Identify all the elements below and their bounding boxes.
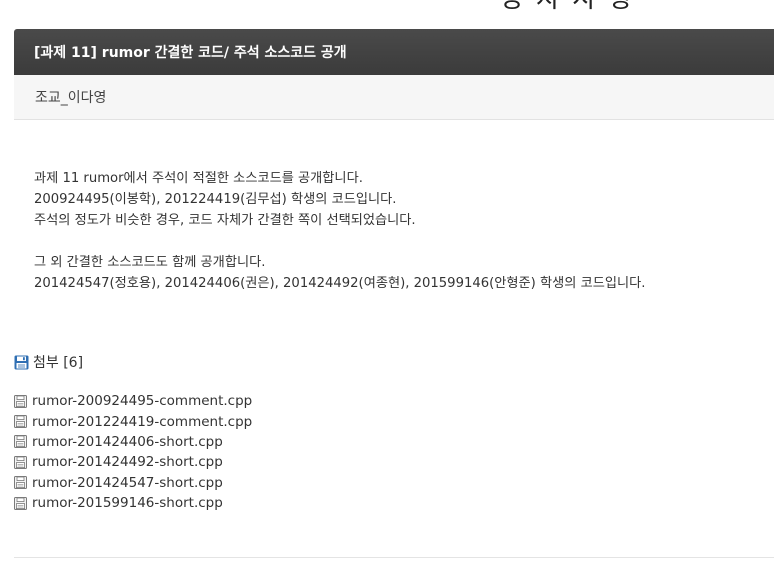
content-line: 과제 11 rumor에서 주석이 적절한 소스코드를 공개합니다. [34, 171, 363, 186]
attachment-filename[interactable]: rumor-201424492-short.cpp [32, 454, 223, 470]
post-header: [과제 11] rumor 간결한 코드/ 주석 소스코드 공개 [14, 29, 774, 75]
content-line: 주석의 정도가 비슷한 경우, 코드 자체가 간결한 쪽이 선택되었습니다. [34, 213, 416, 228]
attachment-file-link[interactable]: rumor-201424406-short.cpp [14, 432, 252, 452]
attachment-filename[interactable]: rumor-201424406-short.cpp [32, 434, 223, 450]
author-bar: 조교_이다영 [14, 75, 774, 120]
attachment-file-link[interactable]: rumor-201224419-comment.cpp [14, 411, 252, 431]
post-author: 조교_이다영 [35, 90, 107, 106]
attachments-header: 첨부 [6] [14, 351, 252, 373]
attachment-file-link[interactable]: rumor-201424547-short.cpp [14, 473, 252, 493]
post-view: 장 자 사 항 [과제 11] rumor 간결한 코드/ 주석 소스코드 공개… [0, 0, 774, 571]
attachment-filename[interactable]: rumor-200924495-comment.cpp [32, 393, 252, 409]
file-disk-icon [14, 496, 27, 510]
attachment-file-link[interactable]: rumor-201599146-short.cpp [14, 493, 252, 513]
attachment-filename[interactable]: rumor-201224419-comment.cpp [32, 414, 252, 430]
attachment-file-link[interactable]: rumor-201424492-short.cpp [14, 452, 252, 472]
file-disk-icon [14, 415, 27, 429]
post-content: 과제 11 rumor에서 주석이 적절한 소스코드를 공개합니다. 20092… [34, 168, 645, 294]
attachments-section: 첨부 [6] rumor-200924495-comment.cpp rumor-… [14, 351, 252, 513]
content-line: 그 외 간결한 소스코드도 함께 공개합니다. [34, 255, 266, 270]
floppy-disk-icon [14, 355, 29, 370]
attachment-filename[interactable]: rumor-201424547-short.cpp [32, 475, 223, 491]
attachment-filename[interactable]: rumor-201599146-short.cpp [32, 495, 223, 511]
file-disk-icon [14, 455, 27, 469]
divider [14, 557, 774, 558]
attachment-file-link[interactable]: rumor-200924495-comment.cpp [14, 391, 252, 411]
attachment-list: rumor-200924495-comment.cpp rumor-2012244… [14, 391, 252, 513]
file-disk-icon [14, 394, 27, 408]
content-line: 200924495(이봉학), 201224419(김무섭) 학생의 코드입니다… [34, 192, 397, 207]
file-disk-icon [14, 476, 27, 490]
file-disk-icon [14, 435, 27, 449]
content-line: 201424547(정호용), 201424406(권은), 201424492… [34, 276, 646, 291]
attachments-label: 첨부 [6] [33, 355, 84, 371]
page-heading-clipped: 장 자 사 항 [500, 0, 634, 15]
post-title: [과제 11] rumor 간결한 코드/ 주석 소스코드 공개 [34, 45, 347, 61]
